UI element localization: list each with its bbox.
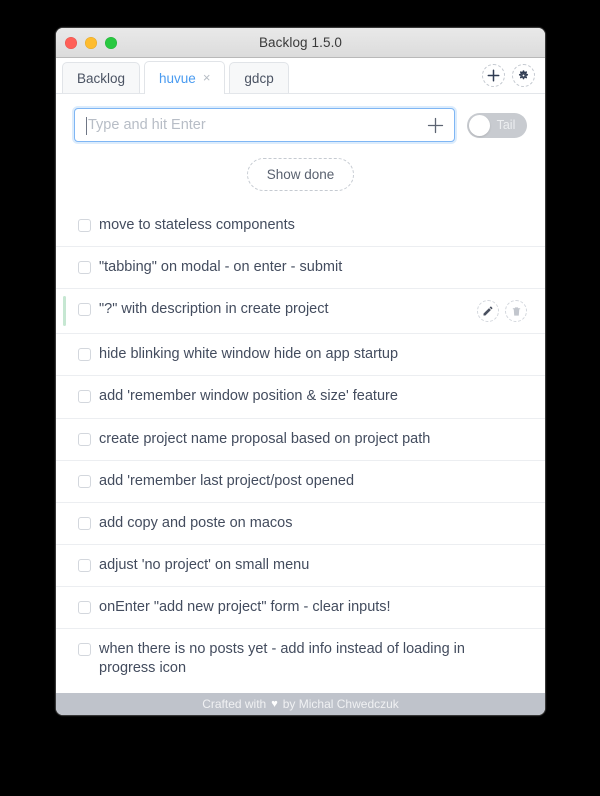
task-checkbox[interactable] bbox=[78, 432, 91, 446]
window-controls bbox=[65, 28, 117, 57]
task-label: add copy and poste on macos bbox=[99, 514, 293, 531]
task-checkbox[interactable] bbox=[78, 261, 91, 275]
add-task-input[interactable] bbox=[86, 116, 416, 134]
task-label: onEnter "add new project" form - clear i… bbox=[99, 599, 391, 615]
tab-gdcp[interactable]: gdcp bbox=[229, 62, 289, 94]
text-caret bbox=[86, 117, 87, 135]
task-checkbox[interactable] bbox=[78, 390, 91, 404]
close-window-button[interactable] bbox=[65, 36, 77, 49]
task-checkbox[interactable] bbox=[78, 303, 91, 317]
settings-gear-icon[interactable] bbox=[512, 64, 535, 87]
task-checkbox[interactable] bbox=[78, 348, 91, 362]
tab-label: gdcp bbox=[244, 71, 274, 86]
add-task-field-wrapper[interactable] bbox=[74, 108, 455, 142]
footer: Crafted with ♥ by Michal Chwedczuk bbox=[56, 693, 545, 715]
task-label: "?" with description in create project bbox=[99, 301, 329, 318]
task-checkbox[interactable] bbox=[78, 516, 91, 530]
tab-label: Backlog bbox=[77, 71, 126, 86]
window-title: Backlog 1.5.0 bbox=[258, 35, 343, 50]
maximize-window-button[interactable] bbox=[105, 36, 117, 49]
task-label: hide blinking white window hide on app s… bbox=[99, 346, 399, 363]
task-label: "tabbing" on modal - on enter - submit bbox=[99, 259, 343, 276]
task-row[interactable]: add 'remember window position & size' fe… bbox=[56, 375, 545, 417]
titlebar: Backlog 1.5.0 bbox=[56, 28, 545, 58]
edit-pencil-icon[interactable] bbox=[477, 300, 499, 323]
tab-strip-actions bbox=[482, 64, 535, 87]
task-label: create project name proposal based on pr… bbox=[99, 430, 431, 447]
tail-toggle-knob bbox=[469, 114, 490, 136]
task-row[interactable]: add copy and poste on macos bbox=[56, 501, 545, 544]
trash-icon[interactable] bbox=[505, 300, 527, 323]
task-row[interactable]: adjust 'no project' on small menu bbox=[56, 543, 545, 586]
task-label: adjust 'no project' on small menu bbox=[99, 556, 310, 573]
add-task-bar: Tail bbox=[56, 94, 545, 142]
task-checkbox[interactable] bbox=[78, 474, 91, 488]
task-row[interactable]: onEnter "add new project" form - clear i… bbox=[56, 586, 545, 628]
task-row[interactable]: when there is no posts yet - add info in… bbox=[56, 628, 545, 689]
show-done-row: Show done bbox=[56, 142, 545, 205]
minimize-window-button[interactable] bbox=[85, 36, 97, 49]
tail-toggle-label: Tail bbox=[496, 118, 516, 132]
heart-icon: ♥ bbox=[271, 698, 278, 710]
task-row[interactable]: create project name proposal based on pr… bbox=[56, 417, 545, 460]
task-row[interactable]: add 'remember last project/post opened bbox=[56, 459, 545, 502]
tab-huvue[interactable]: huvue × bbox=[144, 61, 226, 94]
task-label: add 'remember window position & size' fe… bbox=[99, 388, 398, 405]
submit-task-plus-icon[interactable] bbox=[427, 109, 444, 141]
footer-suffix: by Michal Chwedczuk bbox=[282, 697, 399, 711]
task-checkbox[interactable] bbox=[78, 558, 91, 572]
task-row[interactable]: hide blinking white window hide on app s… bbox=[56, 333, 545, 375]
task-checkbox[interactable] bbox=[78, 601, 91, 614]
tab-backlog[interactable]: Backlog bbox=[62, 62, 141, 94]
footer-prefix: Crafted with bbox=[202, 697, 267, 711]
tail-toggle[interactable]: Tail bbox=[467, 112, 527, 138]
task-row[interactable]: "?" with description in create project bbox=[56, 288, 545, 333]
tab-strip: Backlog huvue × gdcp bbox=[56, 58, 545, 94]
task-list[interactable]: move to stateless components "tabbing" on… bbox=[56, 205, 545, 693]
tab-label: huvue bbox=[159, 70, 196, 86]
close-tab-icon[interactable]: × bbox=[203, 71, 211, 85]
app-window: Backlog 1.5.0 Backlog huvue × gdcp Type … bbox=[56, 28, 545, 715]
show-done-button[interactable]: Show done bbox=[246, 158, 355, 191]
add-project-icon[interactable] bbox=[482, 64, 505, 87]
task-row[interactable]: move to stateless components bbox=[56, 205, 545, 246]
task-row-actions bbox=[477, 300, 527, 323]
task-row[interactable]: "tabbing" on modal - on enter - submit bbox=[56, 246, 545, 288]
task-checkbox[interactable] bbox=[78, 219, 91, 232]
task-label: when there is no posts yet - add info in… bbox=[99, 641, 465, 677]
task-label: add 'remember last project/post opened bbox=[99, 472, 355, 489]
task-label: move to stateless components bbox=[99, 217, 295, 233]
app-body: Tail Show done move to stateless compone… bbox=[56, 94, 545, 693]
task-checkbox[interactable] bbox=[78, 643, 91, 657]
